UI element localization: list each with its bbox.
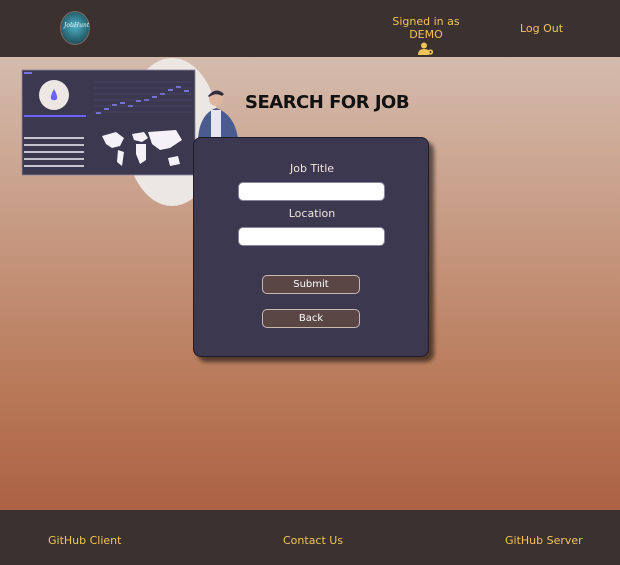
github-client-link[interactable]: GitHub Client bbox=[48, 534, 121, 547]
signed-in-label: Signed in as DEMO bbox=[392, 15, 460, 41]
job-title-input[interactable] bbox=[238, 182, 385, 201]
logo-text: JobHunt bbox=[64, 22, 90, 29]
user-gear-icon bbox=[418, 42, 434, 55]
submit-button[interactable]: Submit bbox=[262, 275, 360, 294]
job-title-label: Job Title bbox=[289, 162, 335, 175]
back-button[interactable]: Back bbox=[262, 309, 360, 328]
github-server-link[interactable]: GitHub Server bbox=[505, 534, 583, 547]
signed-in-status: Signed in as DEMO bbox=[378, 15, 474, 55]
contact-us-link[interactable]: Contact Us bbox=[283, 534, 343, 547]
footer: GitHub Client Contact Us GitHub Server bbox=[0, 510, 620, 565]
location-input[interactable] bbox=[238, 227, 385, 246]
search-form-card: Job Title Location Submit Back bbox=[193, 137, 429, 357]
logout-link[interactable]: Log Out bbox=[520, 22, 563, 35]
top-navbar: JobHunt Signed in as DEMO Log Out bbox=[0, 0, 620, 57]
location-label: Location bbox=[288, 207, 336, 220]
page-title: SEARCH FOR JOB bbox=[245, 92, 410, 113]
jobhunt-logo[interactable]: JobHunt bbox=[60, 11, 90, 45]
